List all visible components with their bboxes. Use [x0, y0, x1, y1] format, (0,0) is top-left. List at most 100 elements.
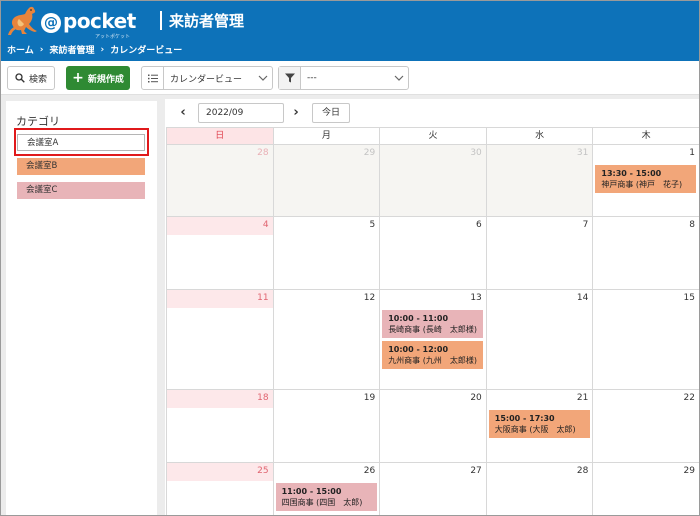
day-cell[interactable]: 18	[166, 390, 273, 463]
event-time: 13:30 - 15:00	[601, 169, 662, 178]
day-cell[interactable]: 6	[379, 217, 486, 290]
logo-subtitle: アットポケット	[95, 34, 131, 40]
search-icon	[15, 73, 25, 83]
category-item-room-c[interactable]: 会議室C	[17, 182, 145, 199]
day-number: 26	[363, 466, 376, 476]
today-button[interactable]: 今日	[312, 103, 350, 123]
day-cell[interactable]: 4	[166, 217, 273, 290]
day-number: 1	[689, 148, 695, 158]
chevron-down-icon	[254, 75, 272, 81]
weekday-sun: 日	[166, 127, 273, 145]
breadcrumb-separator-icon: ›	[39, 44, 44, 55]
category-sidebar: カテゴリ 会議室A 会議室B 会議室C	[6, 101, 157, 515]
breadcrumb-home[interactable]: ホーム	[7, 43, 34, 56]
day-number: 25	[257, 466, 269, 476]
calendar-event[interactable]: 13:30 - 15:00 神戸商事 (神戸 花子)	[595, 165, 697, 193]
day-cell[interactable]: 19	[272, 390, 380, 463]
calendar-week: 18 19 20 21 15:00 - 17:30 大阪商事 (大阪 太郎) 2…	[166, 390, 699, 463]
calendar-week: 28 29 30 31 1 13:30 - 15:00 神戸商事 (神戸 花子)	[166, 145, 699, 217]
search-button-label: 検索	[28, 74, 47, 85]
weekday-thu: 木	[592, 127, 699, 145]
day-cell[interactable]: 29	[592, 463, 699, 515]
logo-wordmark: pocket	[63, 9, 136, 33]
calendar-event[interactable]: 10:00 - 12:00 九州商事 (九州 太郎様)	[382, 341, 484, 369]
day-cell[interactable]: 28	[485, 463, 593, 515]
breadcrumb-visitor-management[interactable]: 来訪者管理	[49, 43, 94, 56]
day-number: 13	[470, 293, 482, 303]
day-cell[interactable]: 27	[379, 463, 486, 515]
event-title: 神戸商事 (神戸 花子)	[601, 180, 683, 189]
day-number: 4	[262, 220, 269, 230]
day-number: 20	[470, 393, 482, 403]
weekday-wed: 水	[485, 127, 593, 145]
day-number: 29	[363, 148, 376, 158]
day-number: 28	[576, 466, 589, 476]
app-window: @ pocket アットポケット 来訪者管理 ホーム › 来訪者管理 › カレン…	[0, 0, 700, 516]
day-cell[interactable]: 29	[272, 145, 380, 217]
day-number: 21	[576, 393, 589, 403]
search-button[interactable]: 検索	[7, 66, 55, 90]
day-cell[interactable]: 8	[592, 217, 699, 290]
new-create-button[interactable]: + 新規作成	[66, 66, 130, 90]
event-title: 九州商事 (九州 太郎様)	[388, 356, 477, 365]
weekday-mon: 月	[272, 127, 380, 145]
calendar-event[interactable]: 10:00 - 11:00 長崎商事 (長崎 太郎様)	[382, 310, 484, 338]
calendar-event[interactable]: 11:00 - 15:00 四国商事 (四国 太郎)	[275, 483, 377, 511]
breadcrumb-calendar-view: カレンダービュー	[110, 46, 183, 56]
logo-at-mark: @	[41, 13, 61, 33]
toolbar: 検索 + 新規作成 カレンダービュー ---	[1, 61, 699, 95]
day-cell[interactable]: 28	[166, 145, 273, 217]
filter-icon	[279, 67, 301, 89]
category-item-room-b[interactable]: 会議室B	[17, 158, 145, 175]
day-number: 30	[470, 148, 482, 158]
view-select[interactable]: カレンダービュー	[141, 66, 273, 90]
breadcrumb-separator-icon: ›	[100, 44, 105, 55]
prev-month-button[interactable]: ‹	[176, 105, 190, 121]
day-cell[interactable]: 7	[485, 217, 593, 290]
day-cell[interactable]: 11	[166, 290, 273, 390]
day-cell[interactable]: 22	[592, 390, 699, 463]
day-number: 11	[257, 293, 269, 303]
highlight-annotation-box	[14, 128, 149, 156]
event-time: 10:00 - 12:00	[388, 345, 449, 354]
day-cell[interactable]: 20	[379, 390, 486, 463]
event-title: 大阪商事 (大阪 太郎)	[494, 425, 576, 434]
day-cell[interactable]: 1 13:30 - 15:00 神戸商事 (神戸 花子)	[592, 145, 699, 217]
kangaroo-logo-icon	[8, 6, 37, 35]
category-title: カテゴリ	[16, 115, 60, 128]
app-logo[interactable]: @ pocket アットポケット	[7, 5, 147, 40]
day-cell[interactable]: 14	[485, 290, 593, 390]
day-cell[interactable]: 31	[485, 145, 593, 217]
day-cell[interactable]: 21 15:00 - 17:30 大阪商事 (大阪 太郎)	[485, 390, 593, 463]
day-number: 18	[257, 393, 269, 403]
filter-select-value: ---	[307, 73, 317, 83]
day-cell[interactable]: 15	[592, 290, 699, 390]
day-cell[interactable]: 13 10:00 - 11:00 長崎商事 (長崎 太郎様) 10:00 - 1…	[379, 290, 486, 390]
day-cell[interactable]: 30	[379, 145, 486, 217]
chevron-down-icon	[390, 75, 408, 81]
calendar-week: 25 26 11:00 - 15:00 四国商事 (四国 太郎) 27 28 2…	[166, 463, 699, 515]
calendar-week: 4 5 6 7 8	[166, 217, 699, 290]
view-select-value: カレンダービュー	[170, 74, 243, 85]
filter-select[interactable]: ---	[278, 66, 409, 90]
calendar: ‹ 2022/09 › 今日 日 月 火 水 木 28 29 30 31 1 1…	[165, 99, 699, 515]
day-number: 31	[576, 148, 589, 158]
day-cell[interactable]: 25	[166, 463, 273, 515]
day-number: 6	[476, 220, 482, 230]
weekday-header: 日 月 火 水 木	[166, 127, 699, 145]
weekday-tue: 火	[379, 127, 486, 145]
day-cell[interactable]: 26 11:00 - 15:00 四国商事 (四国 太郎)	[272, 463, 380, 515]
day-number: 8	[689, 220, 695, 230]
calendar-nav: ‹ 2022/09 › 今日	[165, 99, 699, 127]
day-number: 15	[683, 293, 695, 303]
next-month-button[interactable]: ›	[289, 105, 303, 121]
calendar-event[interactable]: 15:00 - 17:30 大阪商事 (大阪 太郎)	[488, 410, 590, 438]
event-time: 10:00 - 11:00	[388, 314, 449, 323]
page-title: 来訪者管理	[169, 12, 245, 30]
day-cell[interactable]: 5	[272, 217, 380, 290]
day-cell[interactable]: 12	[272, 290, 380, 390]
month-input[interactable]: 2022/09	[198, 103, 284, 123]
day-number: 7	[582, 220, 589, 230]
event-time: 15:00 - 17:30	[494, 414, 555, 423]
new-create-label: 新規作成	[87, 74, 124, 85]
